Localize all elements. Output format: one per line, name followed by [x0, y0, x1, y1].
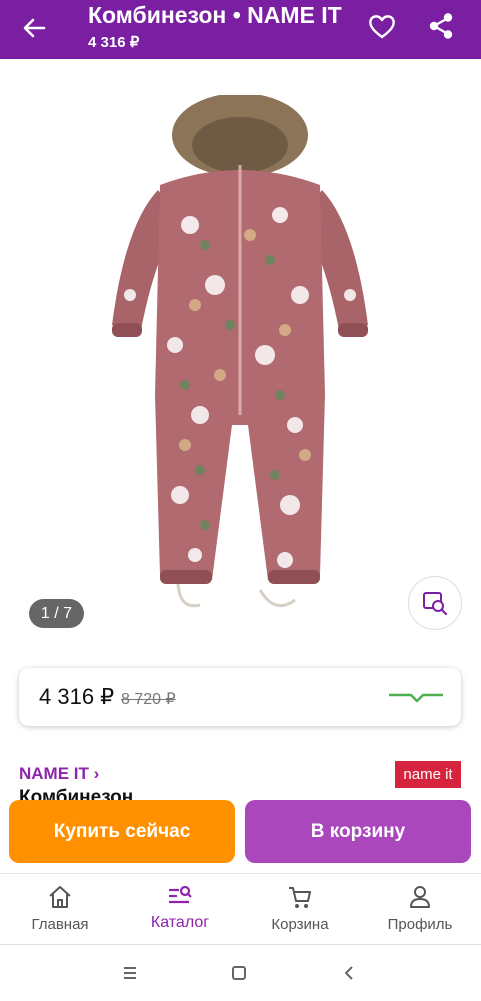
- system-back-icon[interactable]: [336, 960, 362, 986]
- cart-icon: [289, 887, 311, 908]
- system-navigation-bar: [0, 944, 481, 1001]
- app-bar: Комбинезон • NAME IT 4 316 ₽: [0, 0, 481, 59]
- old-price: 8 720 ₽: [121, 691, 176, 708]
- buy-now-button[interactable]: Купить сейчас: [9, 800, 235, 863]
- back-arrow-icon[interactable]: [18, 12, 50, 44]
- nav-label-home: Главная: [31, 916, 89, 933]
- page-title: Комбинезон • NAME IT: [88, 2, 342, 28]
- product-image[interactable]: [100, 95, 380, 615]
- header-price: 4 316 ₽: [88, 34, 140, 51]
- heart-icon[interactable]: [366, 10, 398, 42]
- nav-item-cart[interactable]: Корзина: [240, 874, 360, 944]
- price-trend-icon: [389, 693, 443, 703]
- catalog-search-icon: [169, 885, 192, 904]
- brand-link[interactable]: NAME IT ›: [19, 764, 99, 784]
- visual-search-button[interactable]: [408, 576, 462, 630]
- brand-logo[interactable]: name it: [395, 761, 461, 788]
- add-to-cart-button[interactable]: В корзину: [245, 800, 471, 863]
- current-price: 4 316 ₽: [39, 684, 115, 709]
- nav-item-profile[interactable]: Профиль: [360, 874, 480, 944]
- share-icon[interactable]: [425, 10, 457, 42]
- nav-item-home[interactable]: Главная: [0, 874, 120, 944]
- home-icon: [49, 886, 71, 908]
- image-search-icon: [423, 592, 448, 616]
- recent-apps-icon[interactable]: [117, 960, 143, 986]
- nav-item-catalog[interactable]: Каталог: [120, 874, 240, 944]
- nav-label-catalog: Каталог: [150, 914, 210, 931]
- home-system-icon[interactable]: [226, 960, 252, 986]
- image-counter: 1 / 7: [29, 599, 84, 628]
- profile-icon: [410, 886, 430, 908]
- nav-label-cart: Корзина: [271, 916, 329, 933]
- price-card[interactable]: 4 316 ₽ 8 720 ₽: [19, 668, 461, 726]
- bottom-navigation: Главная Каталог Корзина Профиль: [0, 873, 481, 944]
- nav-label-profile: Профиль: [387, 916, 453, 933]
